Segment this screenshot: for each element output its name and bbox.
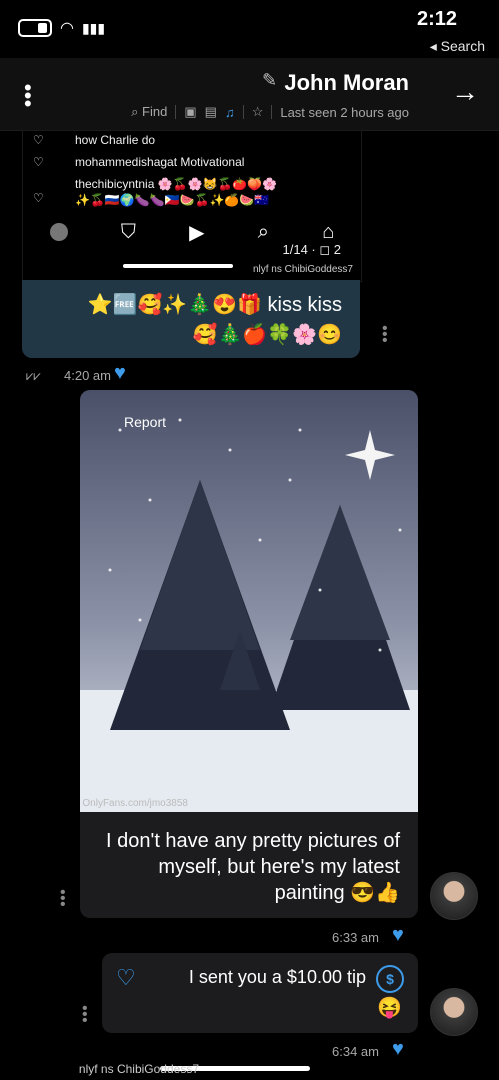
tip-message-bubble[interactable]: ♡ I sent you a $10.00 tip $ 😝 bbox=[102, 953, 418, 1033]
chat-header: • • • ✎ John Moran → ⌕ Find ▣ ▤ ♫ ☆ Last s… bbox=[0, 58, 499, 131]
bell-icon[interactable]: ♫ bbox=[225, 105, 235, 120]
media-count: 1/14 · ◻ 2 bbox=[282, 242, 342, 257]
home-icon: ⌂ bbox=[322, 220, 335, 243]
shot-line: how Charlie do bbox=[75, 133, 156, 147]
watermark: OnlyFans.com/jmo3858 bbox=[82, 798, 188, 809]
avatar[interactable] bbox=[430, 872, 478, 920]
message-text: ⭐🆓🥰✨🎄😍🎁 kiss kiss bbox=[87, 294, 342, 316]
tip-text: I sent you a $10.00 tip bbox=[188, 967, 366, 987]
back-to-search[interactable]: ◂ Search bbox=[430, 38, 485, 55]
reels-icon: ▶ bbox=[189, 221, 205, 244]
screenshot-attachment[interactable]: how Charlie do ♡ mohammedishagat Motivat… bbox=[22, 130, 362, 282]
search-icon: ⌕ bbox=[257, 220, 269, 243]
shop-bag-icon: ⛉ bbox=[120, 220, 136, 243]
heart-outline-icon: ♡ bbox=[33, 191, 44, 205]
message-time: 6:34 am bbox=[332, 1044, 379, 1059]
search-icon: ⌕ bbox=[131, 104, 139, 119]
message-time: 4:20 am bbox=[64, 368, 111, 383]
heart-outline-icon: ♡ bbox=[33, 155, 44, 169]
back-arrow-icon[interactable]: → bbox=[451, 76, 479, 108]
message-text: I don't have any pretty pictures of myse… bbox=[106, 830, 400, 904]
battery-icon bbox=[18, 19, 52, 37]
home-indicator bbox=[123, 264, 233, 268]
shot-line: mohammedishagat Motivational bbox=[75, 155, 245, 169]
message-emoji: 😝 bbox=[377, 997, 402, 1019]
message-bubble[interactable]: Report OnlyFans.com/jmo3858 I don't have… bbox=[80, 390, 418, 918]
edit-pencil-icon[interactable]: ✎ bbox=[262, 70, 277, 91]
like-heart-icon[interactable]: ♥ bbox=[392, 1038, 404, 1061]
star-icon[interactable]: ☆ bbox=[252, 104, 264, 120]
heart-outline-icon: ♡ bbox=[33, 133, 44, 147]
message-options-icon[interactable]: • • • bbox=[382, 321, 388, 349]
status-bar: ◠ ▮▮▮ 2:12 ◂ Search bbox=[0, 0, 499, 58]
contact-name[interactable]: John Moran bbox=[284, 70, 409, 96]
message-bubble[interactable]: ⭐🆓🥰✨🎄😍🎁 kiss kiss 🥰🎄🍎🍀🌸😊 bbox=[22, 280, 360, 358]
like-heart-icon[interactable]: ♥ bbox=[114, 362, 126, 385]
shot-line: ✨🍒🇷🇺🌍🍆🍆🇵🇭🍉🍒✨🍊🍉🇦🇺 bbox=[75, 193, 270, 207]
message-text: 🥰🎄🍎🍀🌸😊 bbox=[192, 324, 342, 346]
media-icon[interactable]: ▤ bbox=[205, 104, 217, 120]
wifi-icon: ◠ bbox=[60, 20, 74, 37]
signal-icon: ▮▮▮ bbox=[81, 19, 106, 36]
read-checks-icon: ⩗⩗ bbox=[26, 368, 41, 383]
status-time: 2:12 bbox=[416, 8, 457, 30]
profile-avatar-icon bbox=[49, 223, 68, 241]
header-subrow: ⌕ Find ▣ ▤ ♫ ☆ Last seen 2 hours ago bbox=[131, 104, 409, 120]
message-time: 6:33 am bbox=[332, 930, 379, 945]
painting-image[interactable] bbox=[80, 390, 418, 812]
more-menu-icon[interactable]: • • • bbox=[24, 77, 32, 115]
status-icons: ◠ ▮▮▮ bbox=[18, 18, 105, 38]
watermark: nlyf ns ChibiGoddess7 bbox=[78, 1062, 199, 1076]
divider bbox=[271, 105, 273, 119]
find-label: Find bbox=[142, 104, 168, 119]
tip-heart-icon[interactable]: ♡ bbox=[116, 965, 136, 991]
dollar-icon: $ bbox=[376, 965, 404, 993]
last-seen: Last seen 2 hours ago bbox=[280, 104, 409, 120]
message-options-icon[interactable]: • • • bbox=[82, 1001, 88, 1029]
divider bbox=[175, 105, 177, 119]
like-heart-icon[interactable]: ♥ bbox=[392, 924, 404, 947]
image-icon[interactable]: ▣ bbox=[184, 104, 196, 120]
find-button[interactable]: ⌕ Find bbox=[131, 104, 167, 120]
report-button[interactable]: Report bbox=[124, 414, 166, 430]
avatar[interactable] bbox=[430, 988, 478, 1036]
divider bbox=[242, 105, 244, 119]
message-options-icon[interactable]: • • • bbox=[60, 885, 66, 913]
shot-line: thechibicyntnia 🌸🍒🌸😸🍒🍅🍑🌸 bbox=[75, 177, 278, 191]
watermark: nlyf ns ChibiGoddess7 bbox=[252, 264, 353, 275]
